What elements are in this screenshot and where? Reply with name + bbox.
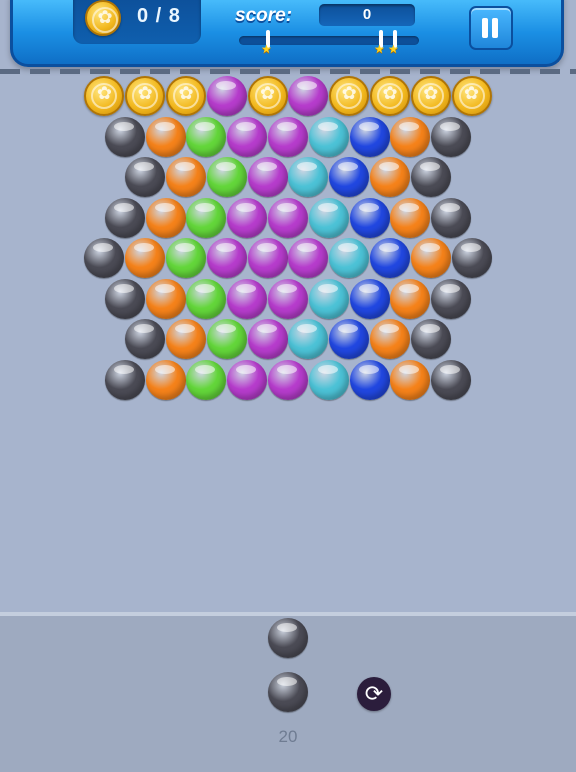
gray-bubble (431, 116, 472, 157)
gray-bubble (125, 319, 166, 359)
orange-bubble (166, 157, 206, 197)
blue-bubble (349, 116, 390, 157)
orange-bubble (390, 278, 431, 319)
gold-coin (247, 76, 288, 116)
blue-bubble (329, 157, 370, 197)
cyan-bubble (308, 116, 349, 157)
gray-bubble (84, 238, 125, 278)
green-bubble (186, 197, 227, 238)
purple-bubble (268, 359, 308, 400)
orange-bubble (390, 116, 431, 157)
gray-bubble (104, 278, 145, 319)
cyan-bubble (288, 157, 329, 197)
orange-bubble (410, 238, 451, 278)
gold-coin (451, 76, 492, 116)
purple-bubble (288, 238, 329, 278)
green-bubble (186, 278, 227, 319)
gray-bubble (431, 278, 472, 319)
gray-bubble (125, 157, 166, 197)
purple-bubble (227, 359, 268, 400)
blue-bubble (349, 359, 390, 400)
blue-bubble (349, 197, 390, 238)
gray-bubble (451, 238, 492, 278)
blue-bubble (349, 278, 390, 319)
orange-bubble (145, 359, 186, 400)
cyan-bubble (329, 238, 370, 278)
orange-bubble (390, 359, 431, 400)
blue-bubble (370, 238, 410, 278)
purple-bubble (247, 319, 288, 359)
bubble-grid[interactable] (0, 0, 576, 610)
orange-bubble (145, 197, 186, 238)
purple-bubble (227, 278, 268, 319)
orange-bubble (125, 238, 166, 278)
orange-bubble (145, 278, 186, 319)
purple-bubble (268, 278, 308, 319)
gold-coin (370, 76, 410, 116)
purple-bubble (288, 76, 329, 116)
gray-bubble (410, 157, 451, 197)
gold-coin (84, 76, 125, 116)
green-bubble (186, 359, 227, 400)
purple-bubble (268, 197, 308, 238)
cyan-bubble (308, 359, 349, 400)
purple-bubble (268, 116, 308, 157)
gold-coin (410, 76, 451, 116)
cyan-bubble (308, 278, 349, 319)
blue-bubble (329, 319, 370, 359)
gold-coin (329, 76, 370, 116)
gray-bubble (431, 197, 472, 238)
green-bubble (166, 238, 206, 278)
purple-bubble (227, 116, 268, 157)
gold-coin (166, 76, 206, 116)
purple-bubble (247, 157, 288, 197)
green-bubble (206, 319, 247, 359)
purple-bubble (227, 197, 268, 238)
gray-bubble (104, 116, 145, 157)
orange-bubble (145, 116, 186, 157)
purple-bubble (247, 238, 288, 278)
purple-bubble (206, 238, 247, 278)
gray-bubble (410, 319, 451, 359)
gray-bubble (104, 359, 145, 400)
orange-bubble (370, 319, 410, 359)
next-bubble (268, 618, 308, 658)
orange-bubble (166, 319, 206, 359)
green-bubble (206, 157, 247, 197)
cyan-bubble (288, 319, 329, 359)
swap-bubble-button[interactable]: ⟳ (357, 677, 391, 711)
orange-bubble (370, 157, 410, 197)
shooter-bubble[interactable] (268, 672, 308, 712)
gray-bubble (431, 359, 472, 400)
purple-bubble (206, 76, 247, 116)
green-bubble (186, 116, 227, 157)
refresh-icon: ⟳ (364, 681, 384, 706)
cyan-bubble (308, 197, 349, 238)
orange-bubble (390, 197, 431, 238)
shots-left: 20 (278, 727, 298, 746)
gold-coin (125, 76, 166, 116)
gray-bubble (104, 197, 145, 238)
